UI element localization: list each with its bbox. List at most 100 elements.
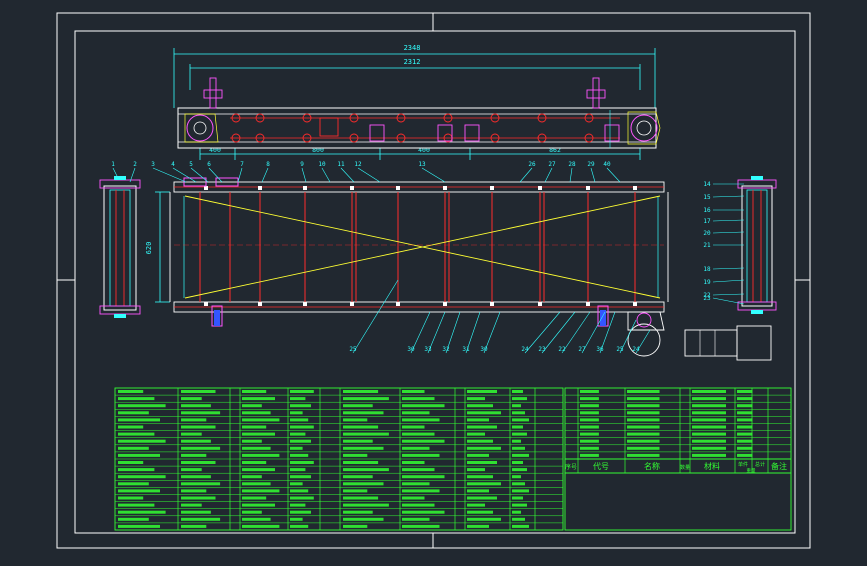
bom-cell-glyph <box>290 432 306 436</box>
bom-cell-glyph <box>118 475 166 479</box>
bom-cell-glyph <box>242 446 271 450</box>
header-unit: 单件 <box>738 461 748 468</box>
sheet-inner-border <box>74 30 796 534</box>
bom-cell-glyph <box>512 404 521 408</box>
bom-cell-glyph <box>467 468 485 472</box>
bom-cell-glyph <box>181 482 221 486</box>
bom-cell-glyph <box>402 390 425 393</box>
bom-cell-glyph <box>580 446 599 450</box>
balloon-leader <box>519 167 533 183</box>
bom-cell-glyph <box>118 397 155 401</box>
balloon-label: 29 <box>587 161 595 168</box>
bom-cell-glyph <box>181 418 207 422</box>
bom-cell-glyph <box>181 432 202 436</box>
bom-cell-glyph <box>181 390 216 393</box>
balloon-label: 27 <box>578 346 586 353</box>
balloon-leader <box>152 167 187 183</box>
bom-cell-glyph <box>402 439 445 443</box>
bom-cell-glyph <box>242 517 271 521</box>
bom-cell-glyph <box>402 503 435 507</box>
bom-cell-glyph <box>343 397 389 401</box>
bom-cell-glyph <box>737 446 753 450</box>
bom-cell-glyph <box>242 397 275 401</box>
bom-cell-glyph <box>692 404 726 408</box>
header-seq: 序号 <box>565 463 577 471</box>
balloon-label: 9 <box>300 161 304 168</box>
bom-cell-glyph <box>737 404 753 408</box>
bom-cell-glyph <box>402 489 440 493</box>
bom-cell-glyph <box>242 432 275 436</box>
balloon-label: 26 <box>528 161 536 168</box>
bom-cell-glyph <box>512 418 529 422</box>
bom-cell-glyph <box>343 475 373 479</box>
bom-cell-glyph <box>627 432 660 436</box>
bom-cell-glyph <box>737 425 753 429</box>
bom-cell-glyph <box>512 496 523 500</box>
bom-cell-glyph <box>627 439 660 443</box>
bom-cell-glyph <box>181 425 216 429</box>
bom-cell-glyph <box>118 496 144 500</box>
bom-cell-glyph <box>692 446 726 450</box>
bom-cell-glyph <box>118 503 155 507</box>
bom-cell-glyph <box>402 475 445 479</box>
front-view: 620 <box>145 177 669 357</box>
bom-cell-glyph <box>343 510 373 514</box>
bom-cell-glyph <box>467 446 501 450</box>
bom-cell-glyph <box>512 432 527 436</box>
bom-cell-glyph <box>512 397 527 401</box>
bom-cell-glyph <box>692 439 726 443</box>
bom-cell-glyph <box>242 524 280 528</box>
bom-cell-glyph <box>242 404 262 408</box>
bom-cell-glyph <box>402 425 425 429</box>
bom-cell-glyph <box>692 397 726 401</box>
bom-cell-glyph <box>737 453 753 457</box>
balloon-leader <box>465 311 481 354</box>
bom-cell-glyph <box>343 453 368 457</box>
bom-cell-glyph <box>692 432 726 436</box>
bom-cell-glyph <box>467 432 485 436</box>
balloon-leader <box>712 219 745 222</box>
bom-cell-glyph <box>692 418 726 422</box>
cad-drawing-viewport[interactable]: 2348 2312 400 800 400 862 620 1 2 3 4 5 … <box>0 0 867 562</box>
balloon-leader <box>544 167 553 183</box>
bom-cell-glyph <box>512 517 525 521</box>
bom-cell-glyph <box>627 411 660 415</box>
bom-cell-glyph <box>467 489 489 493</box>
bom-cell-glyph <box>402 517 430 521</box>
bom-cell-glyph <box>580 418 599 422</box>
balloon-label: 10 <box>318 161 326 168</box>
bom-cell-glyph <box>512 425 523 429</box>
balloon-label: 5 <box>189 161 193 168</box>
bom-cell-glyph <box>343 461 379 464</box>
balloon-label: 13 <box>418 161 426 168</box>
balloon-leader <box>321 167 331 183</box>
bom-cell-glyph <box>242 489 280 493</box>
bom-cell-glyph <box>737 432 753 436</box>
bom-cell-glyph <box>467 510 493 514</box>
bom-cell-glyph <box>692 453 726 457</box>
bom-cell-glyph <box>467 418 489 422</box>
bom-cell-glyph <box>343 524 368 528</box>
bom-cell-glyph <box>242 453 280 457</box>
bom-cell-glyph <box>181 510 211 514</box>
bom-cell-glyph <box>627 390 660 393</box>
bom-cell-glyph <box>343 503 389 507</box>
bom-cell-glyph <box>290 496 314 500</box>
bom-cell-glyph <box>580 390 599 393</box>
bom-cell-glyph <box>580 453 599 457</box>
balloon-leader <box>569 167 573 183</box>
bom-cell-glyph <box>467 461 497 464</box>
bom-cell-glyph <box>627 446 660 450</box>
bom-cell-glyph <box>580 404 599 408</box>
bom-cell-glyph <box>402 510 445 514</box>
bom-cell-glyph <box>467 439 493 443</box>
bom-cell-glyph <box>181 517 221 521</box>
bom-cell-glyph <box>737 397 753 401</box>
bom-cell-glyph <box>343 390 379 393</box>
balloon-leader <box>590 167 596 183</box>
bom-cell-glyph <box>467 411 501 415</box>
bom-cell-glyph <box>118 411 149 415</box>
bom-cell-glyph <box>181 468 202 472</box>
bom-cell-glyph <box>118 489 160 493</box>
bom-cell-glyph <box>627 425 660 429</box>
